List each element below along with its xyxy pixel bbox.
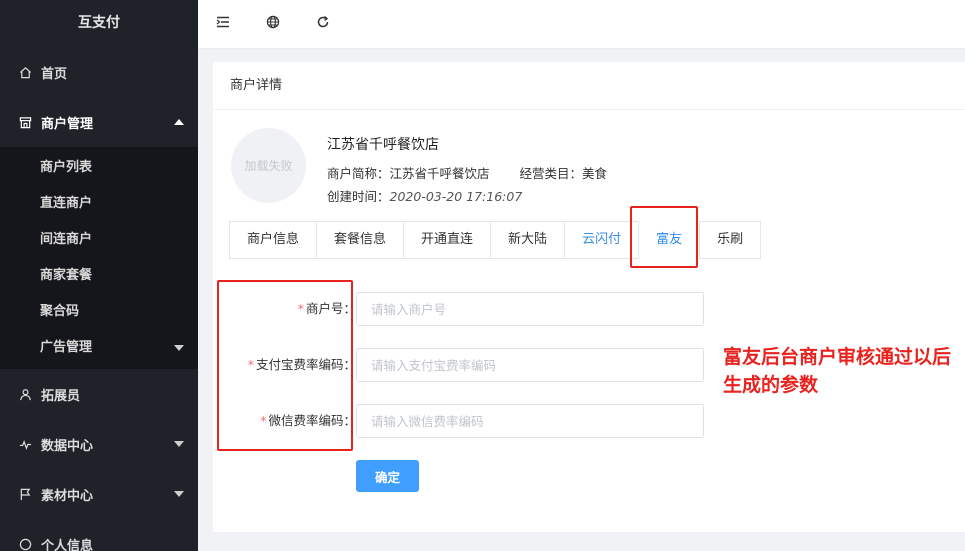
merchant-info-row: 商户简称：江苏省千呼餐饮店 经营类目：美食	[327, 163, 607, 182]
sidebar-item-label: 素材中心	[41, 488, 94, 504]
alipay-rate-input[interactable]	[356, 348, 704, 382]
confirm-button[interactable]: 确定	[356, 460, 419, 492]
globe-icon	[266, 15, 280, 33]
tab-merchant-info[interactable]: 商户信息	[229, 221, 318, 259]
tab-package-info[interactable]: 套餐信息	[316, 221, 405, 259]
chevron-down-icon	[174, 491, 184, 497]
chevron-down-icon	[174, 441, 184, 447]
sidebar-item-profile[interactable]: 个人信息	[0, 519, 198, 551]
sidebar-item-promoter[interactable]: 拓展员	[0, 369, 198, 419]
sidebar-subitem-indirect-merchant[interactable]: 间连商户	[0, 222, 198, 258]
top-toolbar	[198, 0, 965, 49]
tab-direct-connect[interactable]: 开通直连	[403, 221, 492, 259]
sidebar-item-label: 拓展员	[41, 388, 81, 404]
flag-icon	[18, 487, 32, 501]
annotation-box-form-labels	[217, 280, 353, 451]
sidebar-item-label: 商户管理	[41, 116, 94, 132]
sidebar-subitem-merchant-package[interactable]: 商家套餐	[0, 258, 198, 294]
merchant-submenu: 商户列表 直连商户 间连商户 商家套餐 聚合码 广告管理	[0, 147, 198, 369]
tab-newland[interactable]: 新大陆	[490, 221, 566, 259]
sidebar-subitem-ad-management[interactable]: 广告管理	[0, 330, 198, 366]
sidebar-item-merchant-management[interactable]: 商户管理	[0, 97, 198, 147]
created-time-label: 创建时间：	[327, 189, 390, 204]
card-title: 商户详情	[213, 62, 965, 110]
chevron-up-icon	[174, 119, 184, 125]
merchant-icon	[18, 115, 32, 129]
sidebar-item-label: 个人信息	[41, 538, 94, 551]
merchant-name: 江苏省千呼餐饮店	[327, 137, 439, 153]
sidebar-item-label: 首页	[41, 66, 68, 82]
annotation-text: 富友后台商户审核通过以后生成的参数	[723, 346, 952, 396]
short-name-value: 江苏省千呼餐饮店	[389, 166, 490, 181]
sidebar-subitem-merchant-list[interactable]: 商户列表	[0, 150, 198, 186]
collapse-menu-icon	[216, 16, 230, 32]
sidebar-subitem-direct-merchant[interactable]: 直连商户	[0, 186, 198, 222]
sidebar-subitem-aggregate-code[interactable]: 聚合码	[0, 294, 198, 330]
collapse-menu-button[interactable]	[198, 0, 248, 49]
sidebar: 互支付 首页 商户管理 商户列表 直连商户 间连商户 商家套餐 聚合码 广告管理…	[0, 0, 198, 551]
chart-icon	[18, 437, 32, 451]
sidebar-item-label: 数据中心	[41, 438, 94, 454]
short-name-label: 商户简称：	[327, 166, 390, 181]
refresh-icon	[316, 15, 330, 33]
category-value: 美食	[582, 166, 608, 181]
merchant-no-input[interactable]	[356, 292, 704, 326]
tab-leshua[interactable]: 乐刷	[699, 221, 762, 259]
created-time-value: 2020-03-20 17:16:07	[389, 189, 523, 204]
profile-icon	[18, 537, 32, 551]
chevron-down-icon	[174, 345, 184, 351]
merchant-avatar: 加载失败	[231, 128, 306, 203]
home-icon	[18, 65, 32, 79]
wechat-rate-input[interactable]	[356, 404, 704, 438]
annotation-box-fuyou-tab	[630, 206, 698, 268]
sidebar-item-home[interactable]: 首页	[0, 47, 198, 97]
sidebar-item-material-center[interactable]: 素材中心	[0, 469, 198, 519]
created-time-row: 创建时间：2020-03-20 17:16:07	[327, 186, 522, 205]
category-label: 经营类目：	[519, 166, 583, 181]
user-icon	[18, 387, 32, 401]
sidebar-item-label: 广告管理	[40, 340, 93, 355]
avatar-fallback-text: 加载失败	[244, 159, 293, 173]
refresh-button[interactable]	[298, 0, 348, 49]
website-button[interactable]	[248, 0, 298, 49]
sidebar-item-data-center[interactable]: 数据中心	[0, 419, 198, 469]
tab-unionpay[interactable]: 云闪付	[564, 221, 640, 259]
app-title: 互支付	[0, 0, 198, 47]
